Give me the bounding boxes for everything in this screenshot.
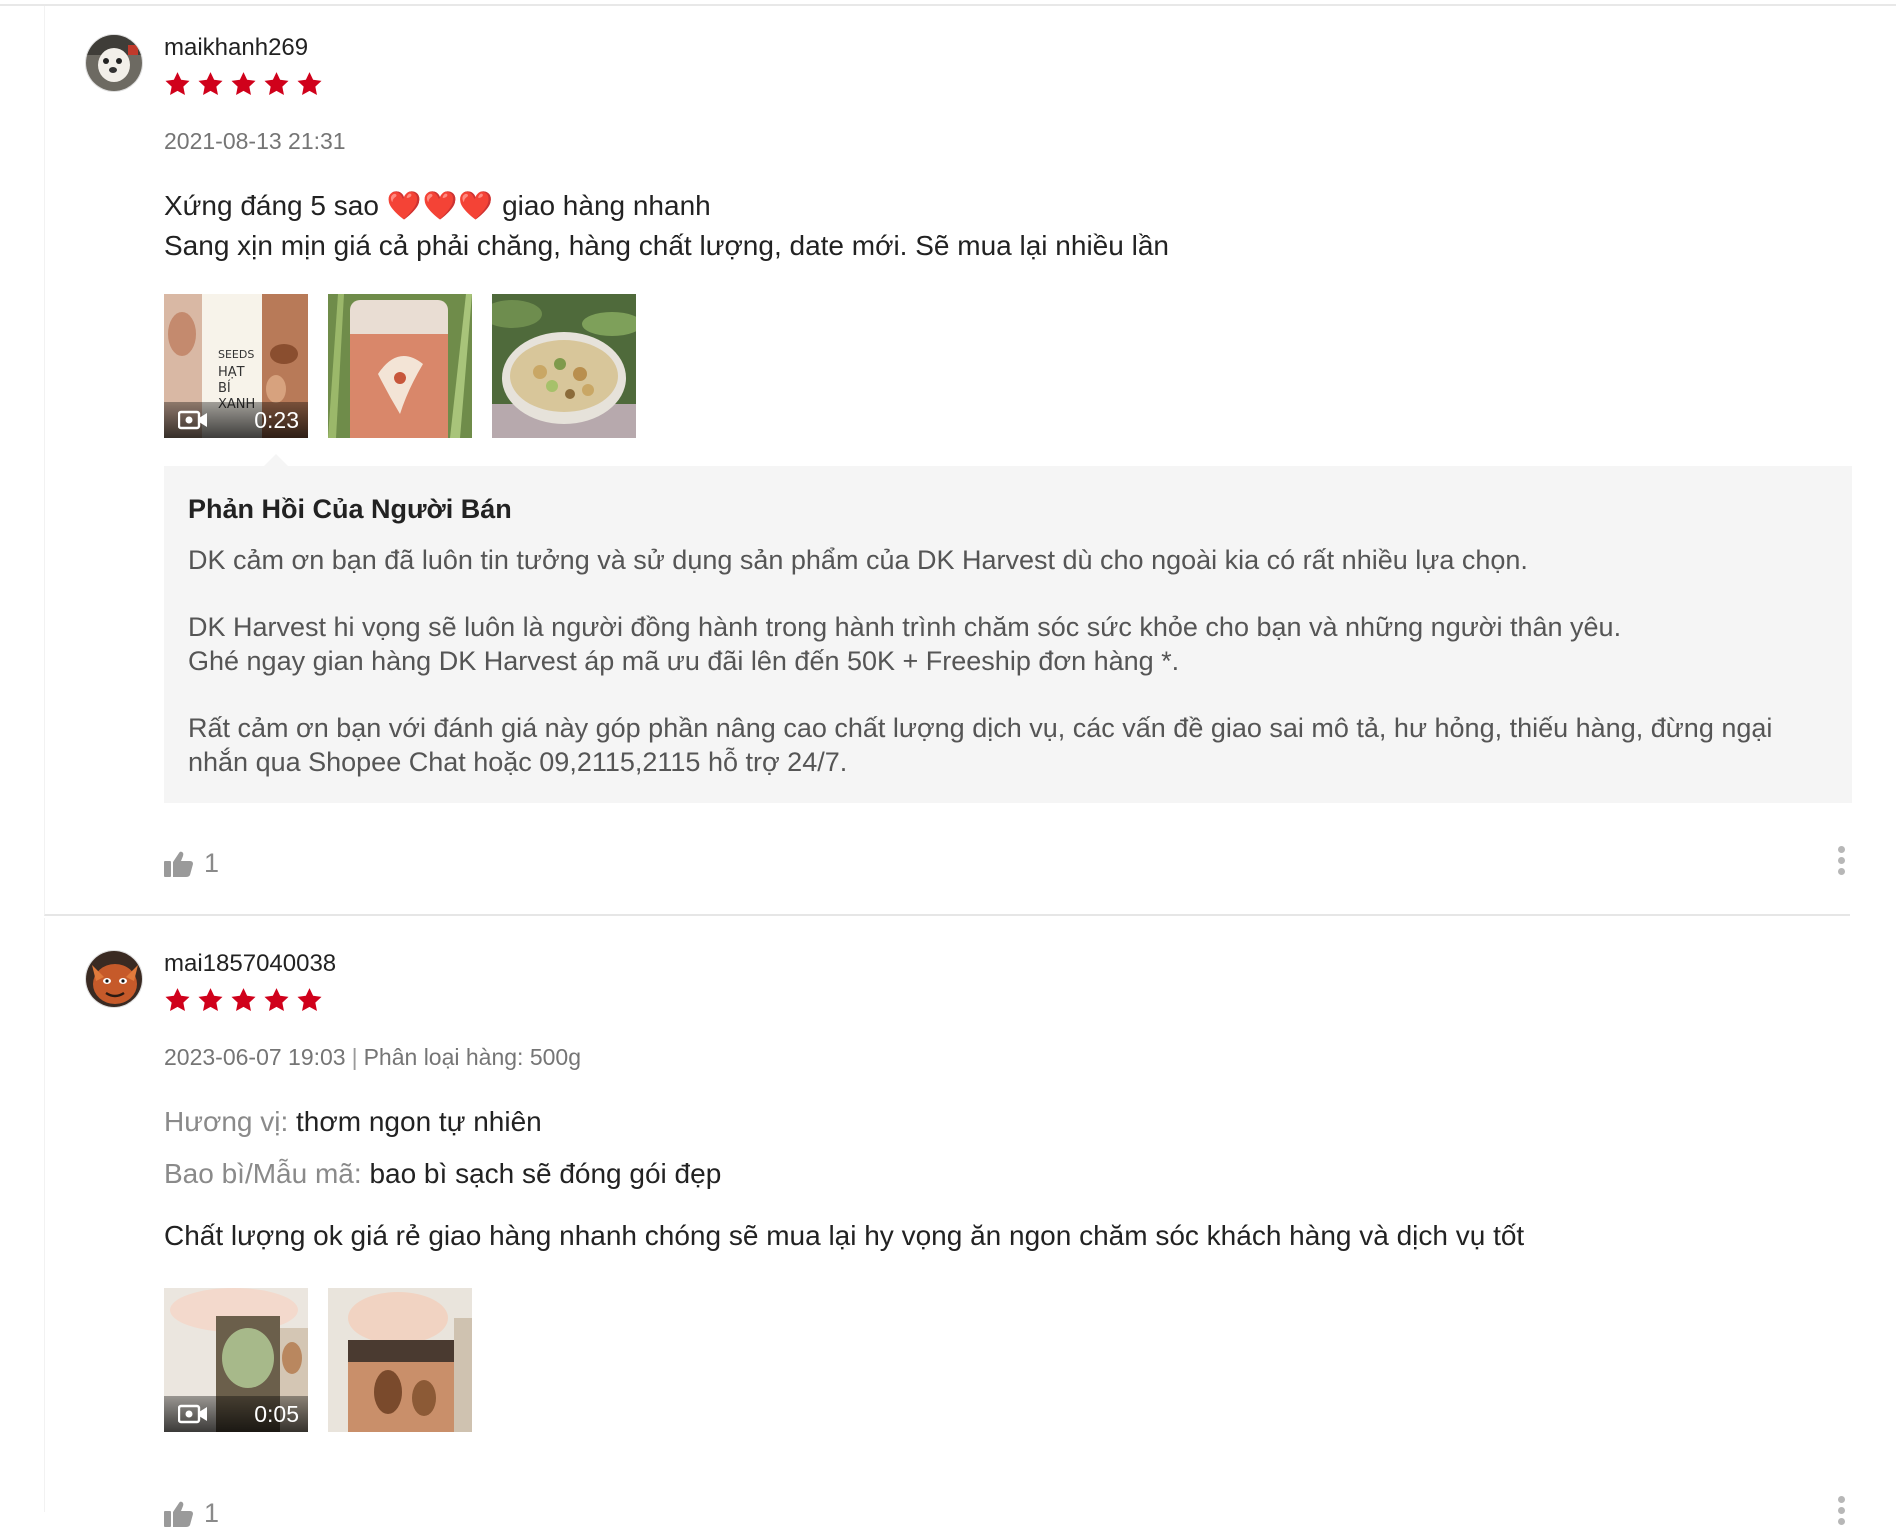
avatar[interactable] (85, 34, 143, 92)
like-button[interactable]: 1 (164, 1498, 219, 1529)
review-attribute: Bao bì/Mẫu mã: bao bì sạch sẽ đóng gói đ… (164, 1158, 721, 1190)
svg-text:SEEDS: SEEDS (218, 348, 254, 361)
seller-reply-title: Phản Hồi Của Người Bán (188, 494, 512, 524)
video-overlay: 0:23 (164, 402, 308, 438)
more-dot-icon (1837, 868, 1845, 875)
review-comment-line-1: Xứng đáng 5 sao ❤️❤️❤️ giao hàng nhanh (164, 186, 711, 226)
more-dot-icon (1837, 1496, 1845, 1503)
username: maikhanh269 (164, 34, 309, 61)
more-dot-icon (1837, 857, 1845, 864)
seller-reply: Phản Hồi Của Người Bán DK cảm ơn bạn đã … (164, 466, 1852, 803)
star-icon (297, 72, 322, 95)
thumbs-up-icon (164, 1501, 193, 1527)
review-item: maikhanh269 2021-08-13 21:31 Xứng đáng 5… (44, 6, 1852, 916)
reviews-page: maikhanh269 2021-08-13 21:31 Xứng đáng 5… (0, 0, 1896, 1528)
media-thumbnail-video[interactable]: 0:05 (164, 1288, 308, 1432)
review-comment-line-2: Sang xịn mịn giá cả phải chăng, hàng chấ… (164, 230, 1169, 261)
hearts-emoji: ❤️❤️❤️ (386, 190, 495, 221)
star-icon (198, 988, 223, 1011)
video-camera-icon (178, 410, 208, 430)
avatar[interactable] (85, 950, 143, 1008)
attribute-value: bao bì sạch sẽ đóng gói đẹp (369, 1158, 722, 1189)
like-count: 1 (204, 848, 220, 878)
video-overlay: 0:05 (164, 1396, 308, 1432)
review-comment: Chất lượng ok giá rẻ giao hàng nhanh chó… (164, 1220, 1525, 1251)
attribute-value: thơm ngon tự nhiên (296, 1106, 542, 1137)
media-thumbnail-image[interactable] (328, 294, 472, 438)
review-meta: 2023-06-07 19:03 | Phân loại hàng: 500g (164, 1044, 581, 1071)
video-duration: 0:05 (254, 1400, 299, 1427)
review-date: 2021-08-13 21:31 (164, 128, 346, 154)
review-date: 2023-06-07 19:03 (164, 1044, 346, 1070)
star-icon (231, 988, 256, 1011)
thumbs-up-icon (164, 851, 193, 877)
svg-text:HẠT: HẠT (218, 365, 245, 380)
attribute-key: Bao bì/Mẫu mã: (164, 1158, 362, 1189)
username: mai1857040038 (164, 950, 337, 977)
review-media: SEEDS HẠT BÍ XANH 0:23 (164, 294, 636, 438)
attribute-key: Hương vị: (164, 1106, 289, 1137)
star-icon (165, 72, 190, 95)
star-icon (264, 988, 289, 1011)
seller-reply-text: Rất cảm ơn bạn với đánh giá này góp phần… (188, 713, 1773, 777)
more-options-button[interactable] (1834, 846, 1848, 875)
seller-reply-text: DK cảm ơn bạn đã luôn tin tưởng và sử dụ… (188, 545, 1528, 575)
star-icon (297, 988, 322, 1011)
more-dot-icon (1837, 1507, 1845, 1514)
star-rating (163, 986, 324, 1014)
seller-reply-text: Ghé ngay gian hàng DK Harvest áp mã ưu đ… (188, 646, 1180, 676)
review-variation: Phân loại hàng: 500g (363, 1044, 582, 1070)
reply-caret (264, 454, 288, 466)
star-icon (264, 72, 289, 95)
svg-text:BÍ: BÍ (218, 380, 231, 396)
comment-text: giao hàng nhanh (502, 190, 711, 221)
video-camera-icon (178, 1404, 208, 1424)
more-dot-icon (1837, 846, 1845, 853)
review-item: mai1857040038 2023-06-07 19:03 | Phân loại… (44, 918, 1850, 1528)
review-media: 0:05 (164, 1288, 472, 1432)
star-rating (163, 70, 324, 98)
more-options-button[interactable] (1834, 1496, 1848, 1525)
video-duration: 0:23 (254, 406, 299, 433)
star-icon (165, 988, 190, 1011)
like-count: 1 (204, 1498, 220, 1528)
media-thumbnail-video[interactable]: SEEDS HẠT BÍ XANH 0:23 (164, 294, 308, 438)
meta-separator: | (351, 1044, 358, 1070)
media-thumbnail-image[interactable] (328, 1288, 472, 1432)
more-dot-icon (1837, 1518, 1845, 1525)
star-icon (198, 72, 223, 95)
comment-text: Xứng đáng 5 sao (164, 190, 379, 221)
star-icon (231, 72, 256, 95)
review-attribute: Hương vị: thơm ngon tự nhiên (164, 1106, 542, 1138)
media-thumbnail-image[interactable] (492, 294, 636, 438)
seller-reply-text: DK Harvest hi vọng sẽ luôn là người đồng… (188, 612, 1622, 642)
like-button[interactable]: 1 (164, 848, 219, 879)
